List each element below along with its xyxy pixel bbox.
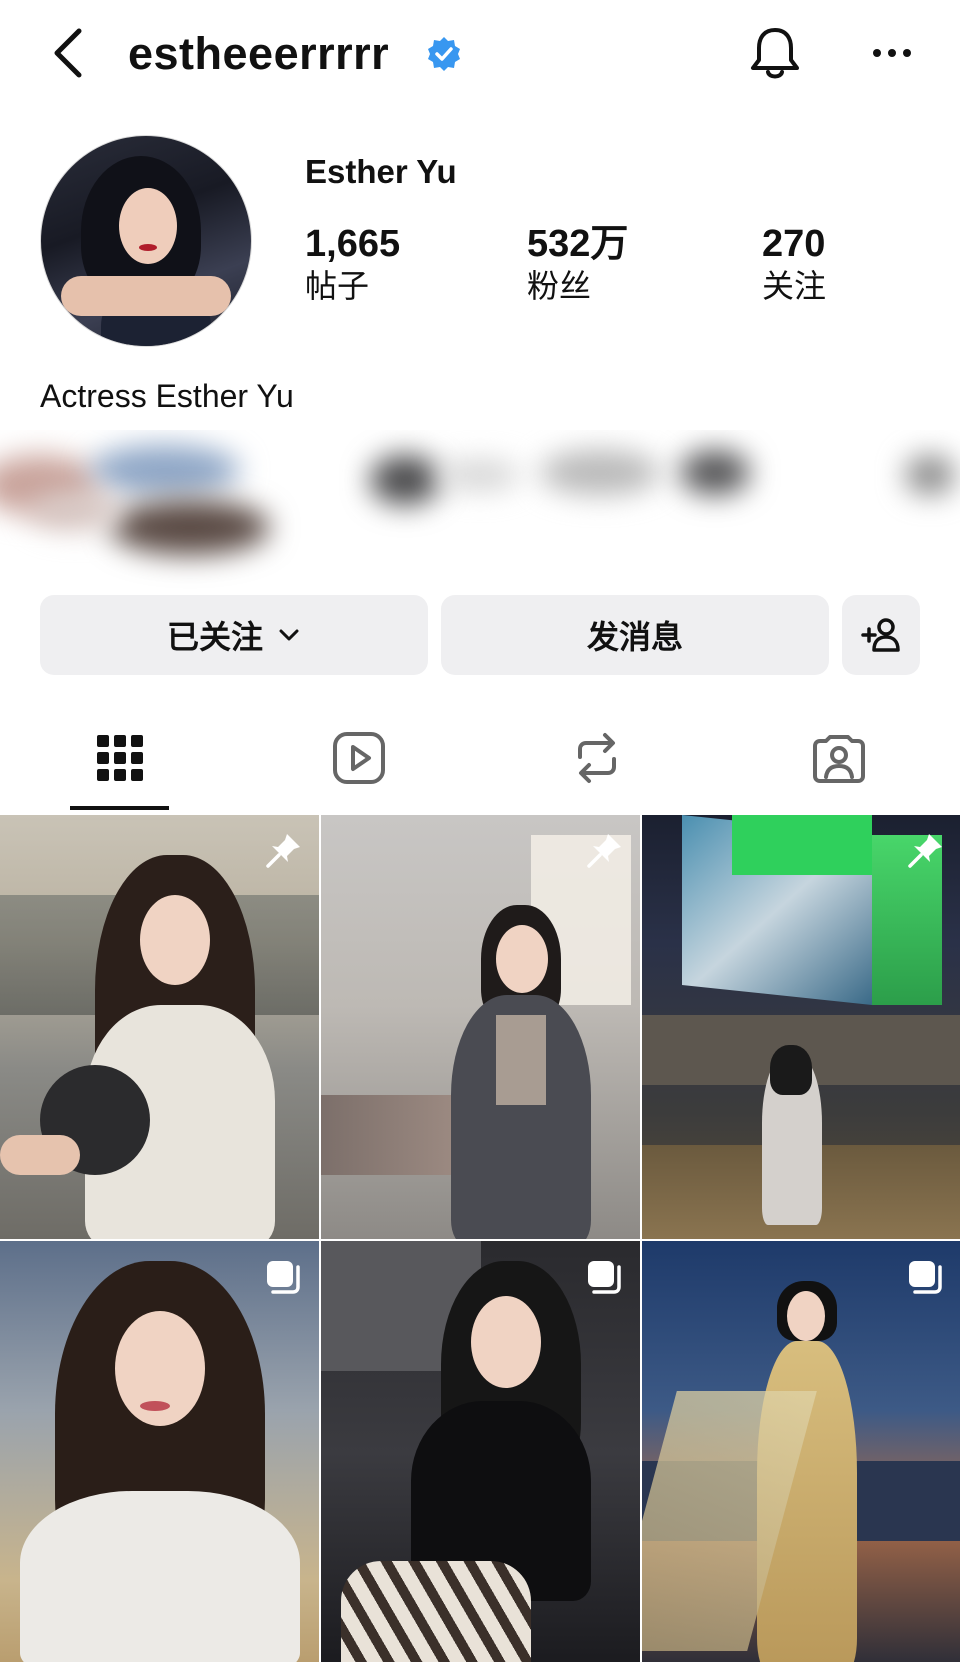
post-tile[interactable] (642, 1241, 960, 1662)
stat-label: 粉丝 (527, 268, 592, 304)
stat-label: 帖子 (305, 268, 370, 304)
blur-blob (440, 460, 520, 490)
full-name: Esther Yu (305, 153, 457, 190)
post-tile[interactable] (642, 815, 960, 1239)
photo-detail (341, 1561, 531, 1662)
stat-value: 270 (762, 223, 826, 265)
stat-following[interactable]: 270 关注 (762, 222, 826, 306)
verified-badge-icon (428, 37, 460, 71)
pin-icon (587, 834, 621, 868)
photo-detail (496, 925, 548, 993)
bell-icon (751, 28, 799, 79)
photo-detail (496, 1015, 546, 1105)
stat-value: 532万 (527, 223, 629, 265)
back-button[interactable] (38, 18, 98, 88)
stat-followers[interactable]: 532万 粉丝 (527, 222, 628, 306)
photo-detail (770, 1045, 812, 1095)
blur-blob (680, 450, 750, 495)
stat-posts[interactable]: 1,665 帖子 (305, 222, 400, 306)
add-person-icon (861, 618, 900, 652)
tab-reels[interactable] (299, 700, 419, 815)
blur-blob (370, 455, 440, 505)
post-tile[interactable] (321, 1241, 640, 1662)
reels-icon (333, 731, 385, 784)
blur-blob (110, 500, 270, 555)
pin-icon (908, 834, 942, 868)
blur-blob (30, 490, 120, 530)
bio-text: Actress Esther Yu (40, 378, 294, 414)
repost-icon (578, 732, 616, 783)
message-label: 发消息 (586, 619, 683, 655)
post-tile[interactable] (0, 1241, 319, 1662)
avatar-photo-part (139, 244, 157, 251)
photo-detail (140, 1401, 170, 1411)
grid-icon (97, 734, 143, 781)
photo-detail (732, 815, 872, 875)
chevron-left-icon (54, 28, 82, 78)
more-options-button[interactable] (862, 28, 922, 78)
profile-page: estheeerrrrr Esther Yu 1,665 帖子 532万 粉丝 … (0, 0, 960, 1662)
avatar-photo-part (61, 276, 231, 316)
blur-blob (905, 455, 955, 495)
top-bar: estheeerrrrr (0, 0, 960, 110)
photo-detail (471, 1296, 541, 1388)
tab-reposts[interactable] (537, 700, 657, 815)
more-horizontal-icon (873, 49, 911, 57)
carousel-icon (588, 1261, 621, 1294)
photo-detail (787, 1291, 825, 1341)
notifications-button[interactable] (740, 18, 810, 88)
pin-icon (266, 834, 300, 868)
blur-blob (540, 450, 660, 495)
redacted-bio-area (0, 430, 960, 590)
tab-posts[interactable] (60, 700, 180, 815)
post-tile[interactable] (0, 815, 319, 1239)
username: estheeerrrrr (128, 28, 390, 79)
stat-label: 关注 (762, 268, 827, 304)
stat-value: 1,665 (305, 223, 401, 265)
profile-tabs (0, 700, 960, 815)
blur-blob (90, 445, 240, 495)
message-button[interactable]: 发消息 (441, 595, 829, 675)
carousel-icon (267, 1261, 300, 1294)
tagged-person-icon (813, 734, 865, 783)
following-label: 已关注 (166, 619, 263, 655)
photo-detail (20, 1491, 300, 1662)
tab-tagged[interactable] (779, 700, 899, 815)
avatar[interactable] (40, 135, 252, 347)
tab-selected-indicator (70, 806, 169, 810)
following-button[interactable]: 已关注 (40, 595, 428, 675)
carousel-icon (909, 1261, 942, 1294)
post-tile[interactable] (321, 815, 640, 1239)
chevron-down-icon (279, 629, 299, 641)
photo-detail (0, 1135, 80, 1175)
photo-detail (140, 895, 210, 985)
avatar-photo-part (119, 188, 177, 264)
add-user-button[interactable] (842, 595, 920, 675)
posts-grid (0, 815, 960, 1662)
